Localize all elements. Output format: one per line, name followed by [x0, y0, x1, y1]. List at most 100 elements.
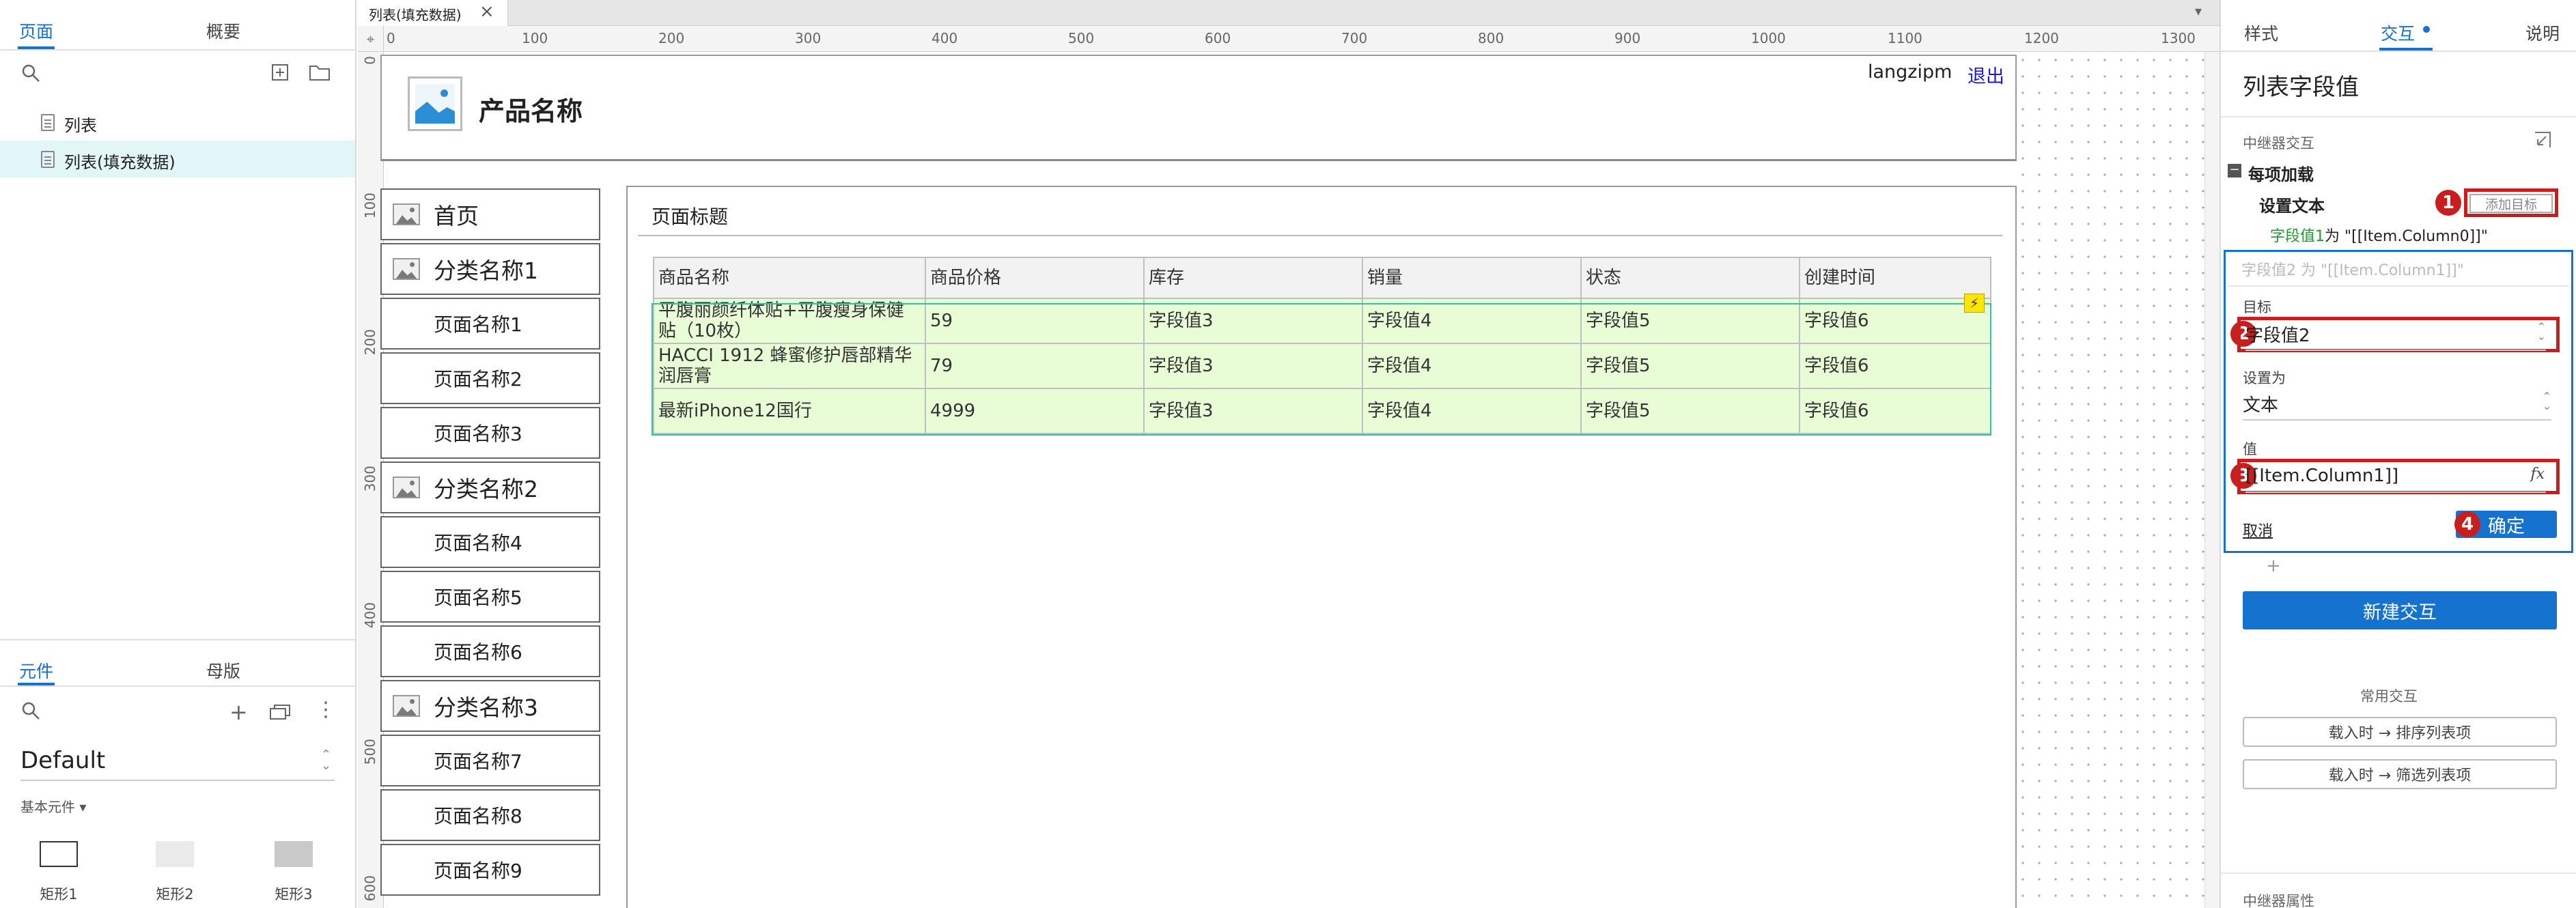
nav-page-item[interactable]: 页面名称3	[380, 407, 600, 459]
tab-notes[interactable]: 说明	[2525, 20, 2560, 45]
page-icon	[41, 114, 55, 131]
target-select[interactable]: 字段值2 ⌃ ⌄	[2245, 318, 2546, 351]
more-icon[interactable]: ⋮	[316, 698, 336, 722]
canvas-grid	[2015, 52, 2220, 908]
ruler-label: 700	[1341, 30, 1368, 46]
page-icon	[41, 151, 55, 168]
nav-page-item[interactable]: 页面名称7	[380, 735, 600, 786]
ruler-label: 200	[362, 329, 378, 356]
nav-label: 页面名称6	[434, 641, 522, 664]
value-input[interactable]: [[Item.Column1]] fx	[2245, 460, 2546, 493]
logo-image-icon	[408, 76, 462, 131]
ruler-label: 600	[362, 875, 378, 902]
doc-tab[interactable]: 列表(填充数据) ×	[358, 0, 508, 26]
ruler-label: 500	[362, 739, 378, 765]
common-sort-button[interactable]: 载入时 → 排序列表项	[2243, 717, 2557, 747]
add-folder-icon[interactable]	[309, 63, 331, 82]
minus-icon[interactable]: −	[2228, 164, 2241, 178]
tab-masters[interactable]: 母版	[206, 658, 240, 683]
select-underline	[20, 780, 335, 781]
common-interactions-label: 常用交互	[2360, 688, 2418, 705]
search-icon[interactable]	[20, 700, 41, 721]
add-library-icon[interactable]: +	[229, 699, 248, 725]
nav-page-item[interactable]: 页面名称2	[380, 352, 600, 404]
collapse-icon[interactable]	[2532, 130, 2553, 150]
nav-label: 页面名称9	[434, 860, 522, 882]
search-icon[interactable]	[20, 63, 41, 83]
ruler-origin-icon[interactable]: ⌖	[358, 26, 384, 52]
set-as-select[interactable]: 文本 ⌃ ⌄	[2243, 388, 2551, 421]
tab-pages[interactable]: 页面	[19, 18, 53, 43]
event-label[interactable]: 每项加载	[2248, 161, 2314, 185]
close-icon[interactable]: ×	[479, 1, 494, 22]
divider	[2228, 285, 2569, 287]
section-label: 中继器交互	[2243, 135, 2314, 152]
widget-label: 矩形1	[40, 886, 78, 903]
nav-category[interactable]: 分类名称2	[380, 462, 600, 513]
ruler-label: 1200	[2024, 30, 2059, 46]
nav-page-item[interactable]: 页面名称6	[380, 625, 600, 677]
nav-category[interactable]: 分类名称3	[380, 680, 600, 732]
select-arrows-icon: ⌃ ⌄	[321, 748, 332, 773]
value-text: [[Item.Column1]]	[2245, 466, 2399, 486]
tab-style[interactable]: 样式	[2244, 20, 2278, 45]
add-page-icon[interactable]	[270, 63, 290, 82]
common-filter-button[interactable]: 载入时 → 筛选列表项	[2243, 759, 2557, 789]
tab-interactions[interactable]: 交互	[2381, 20, 2415, 45]
nav-label: 页面名称8	[434, 805, 522, 827]
repeater-selection-outline[interactable]	[652, 303, 1991, 436]
nav-page-item[interactable]: 页面名称8	[380, 789, 600, 841]
logout-link[interactable]: 退出	[1968, 61, 2004, 88]
set-as-value: 文本	[2243, 395, 2279, 416]
ruler-label: 100	[362, 193, 378, 219]
nav-page-item[interactable]: 页面名称9	[380, 844, 600, 896]
action-label[interactable]: 设置文本	[2259, 193, 2325, 216]
ruler-label: 100	[522, 30, 548, 46]
column-header: 商品名称	[653, 257, 926, 299]
new-interaction-button[interactable]: 新建交互	[2243, 591, 2557, 629]
ruler-label: 300	[362, 466, 378, 492]
action-summary[interactable]: 字段值1 为 "[[Item.Column0]]"	[2270, 224, 2488, 246]
ruler-label: 800	[1478, 30, 1504, 46]
column-header: 库存	[1143, 257, 1363, 299]
fx-icon[interactable]: fx	[2530, 466, 2545, 483]
nav-label: 分类名称2	[434, 476, 538, 502]
library-select[interactable]: Default	[20, 747, 105, 774]
ruler-label: 900	[1614, 30, 1641, 46]
widget-rect2-icon[interactable]	[156, 841, 194, 867]
tab-outline[interactable]: 概要	[206, 18, 240, 43]
library-copy-icon[interactable]	[269, 703, 291, 721]
nav-label: 分类名称3	[434, 694, 538, 721]
ruler-label: 1300	[2161, 30, 2196, 46]
ruler-label: 1100	[1888, 30, 1922, 46]
tab-menu-icon[interactable]: ▾	[2195, 3, 2202, 19]
column-header: 状态	[1580, 257, 1800, 299]
ruler-label: 400	[932, 30, 958, 46]
category-label[interactable]: 基本元件 ▾	[20, 796, 86, 816]
nav-label: 页面名称1	[434, 313, 522, 336]
tab-widgets[interactable]: 元件	[19, 658, 53, 683]
add-action-icon[interactable]: +	[2266, 556, 2281, 576]
nav-page-item[interactable]: 页面名称1	[380, 298, 600, 350]
ruler-label: 0	[362, 56, 378, 65]
vertical-scrollbar[interactable]	[2204, 52, 2220, 908]
add-target-button[interactable]: 添加目标	[2469, 194, 2553, 213]
doc-tab-label: 列表(填充数据)	[369, 7, 462, 23]
nav-label: 页面名称7	[434, 750, 522, 773]
image-placeholder-icon	[393, 203, 420, 225]
page-item-list-filled[interactable]: 列表(填充数据)	[0, 141, 355, 178]
column-header: 销量	[1362, 257, 1582, 299]
column-header: 商品价格	[925, 257, 1145, 299]
nav-page-item[interactable]: 页面名称5	[380, 571, 600, 623]
nav-label: 页面名称3	[434, 423, 522, 445]
page-item-label: 列表	[64, 116, 97, 135]
cancel-link[interactable]: 取消	[2243, 519, 2273, 541]
page-item-list[interactable]: 列表	[0, 104, 355, 141]
widget-rect1-icon[interactable]	[40, 841, 78, 867]
nav-category[interactable]: 分类名称1	[380, 243, 600, 295]
repeater-props-label: 中继器属性	[2243, 893, 2314, 908]
nav-category[interactable]: 首页	[380, 188, 600, 240]
nav-page-item[interactable]: 页面名称4	[380, 516, 600, 568]
lightning-icon[interactable]: ⚡	[1964, 294, 1985, 313]
widget-rect3-icon[interactable]	[275, 841, 313, 867]
